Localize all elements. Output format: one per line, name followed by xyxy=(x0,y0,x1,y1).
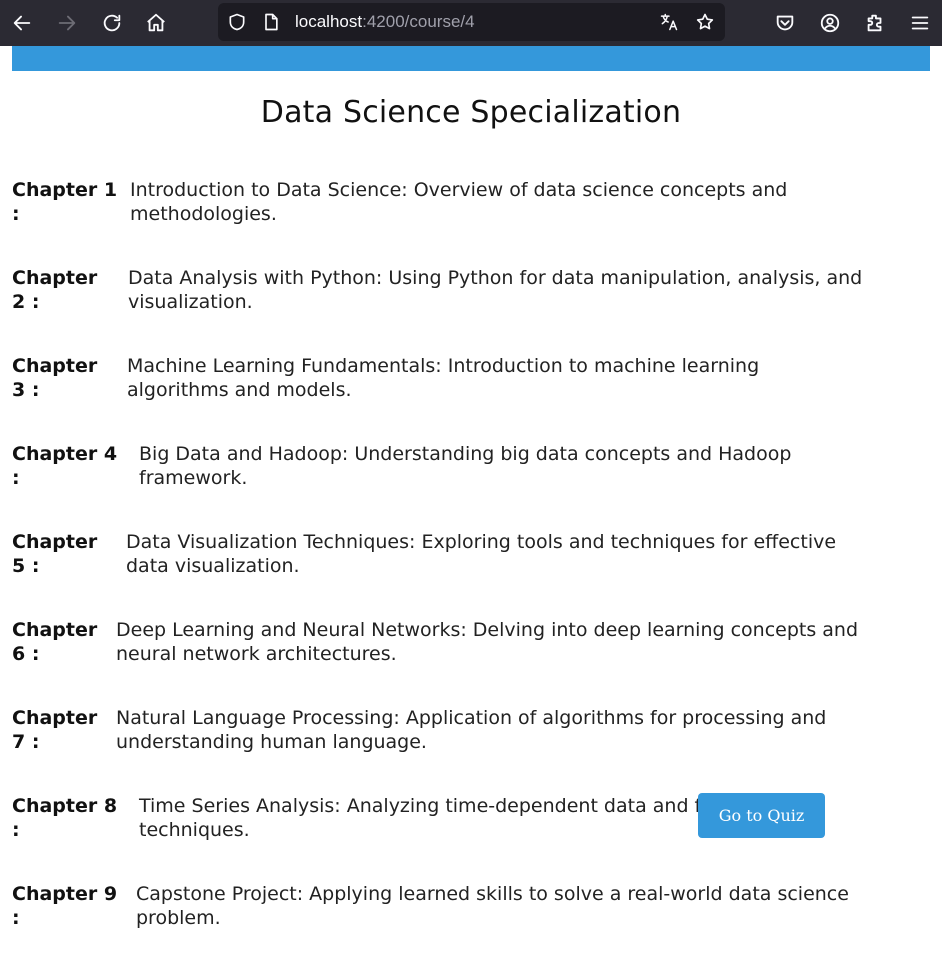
reload-icon[interactable] xyxy=(98,9,126,37)
chapter-description: Capstone Project: Applying learned skill… xyxy=(136,883,849,929)
chapter-list: Chapter 1 : Introduction to Data Science… xyxy=(12,178,907,970)
shield-icon[interactable] xyxy=(226,11,248,33)
address-bar[interactable]: localhost:4200/course/4 xyxy=(218,3,725,41)
chapter-label: Chapter 8 : xyxy=(12,795,118,841)
chapter-label: Chapter 4 : xyxy=(12,443,118,489)
translate-icon[interactable] xyxy=(658,11,680,33)
chapter-label: Chapter 2 : xyxy=(12,267,98,313)
menu-icon[interactable] xyxy=(906,9,934,37)
url-host: localhost xyxy=(295,12,363,31)
chapter-label: Chapter 6 : xyxy=(12,619,98,665)
chapter-item-1: Chapter 1 : Introduction to Data Science… xyxy=(12,178,907,266)
page-icon[interactable] xyxy=(260,11,282,33)
page-title: Data Science Specialization xyxy=(260,95,682,130)
chapter-description: Big Data and Hadoop: Understanding big d… xyxy=(139,443,792,489)
chapter-item-2: Chapter 2 : Data Analysis with Python: U… xyxy=(12,266,907,354)
chapter-item-3: Chapter 3 : Machine Learning Fundamental… xyxy=(12,354,907,442)
chapter-item-9: Chapter 9 : Capstone Project: Applying l… xyxy=(12,882,907,970)
chapter-description: Data Visualization Techniques: Exploring… xyxy=(126,531,837,577)
chapter-label: Chapter 9 : xyxy=(12,883,118,929)
chapter-item-5: Chapter 5 : Data Visualization Technique… xyxy=(12,530,907,618)
chapter-label: Chapter 3 : xyxy=(12,355,98,401)
star-icon[interactable] xyxy=(694,11,716,33)
back-arrow-icon[interactable] xyxy=(8,9,36,37)
home-icon[interactable] xyxy=(142,9,170,37)
chapter-item-4: Chapter 4 : Big Data and Hadoop: Underst… xyxy=(12,442,907,530)
chapter-description: Introduction to Data Science: Overview o… xyxy=(130,179,788,225)
chapter-description: Machine Learning Fundamentals: Introduct… xyxy=(127,355,760,401)
account-icon[interactable] xyxy=(816,9,844,37)
chapter-item-7: Chapter 7 : Natural Language Processing:… xyxy=(12,706,907,794)
chapter-item-6: Chapter 6 : Deep Learning and Neural Net… xyxy=(12,618,907,706)
pocket-icon[interactable] xyxy=(771,9,799,37)
forward-arrow-icon[interactable] xyxy=(53,9,81,37)
chapter-description: Data Analysis with Python: Using Python … xyxy=(128,267,863,313)
url-text[interactable]: localhost:4200/course/4 xyxy=(295,12,475,32)
chapter-description: Deep Learning and Neural Networks: Delvi… xyxy=(116,619,859,665)
go-to-quiz-button[interactable]: Go to Quiz xyxy=(698,793,825,838)
chapter-label: Chapter 7 : xyxy=(12,707,98,753)
chapter-label: Chapter 1 : xyxy=(12,179,118,225)
browser-toolbar: localhost:4200/course/4 xyxy=(0,0,942,46)
url-path: :4200/course/4 xyxy=(362,12,475,31)
extensions-icon[interactable] xyxy=(861,9,889,37)
header-bar xyxy=(12,46,930,71)
chapter-label: Chapter 5 : xyxy=(12,531,98,577)
chapter-description: Natural Language Processing: Application… xyxy=(116,707,827,753)
